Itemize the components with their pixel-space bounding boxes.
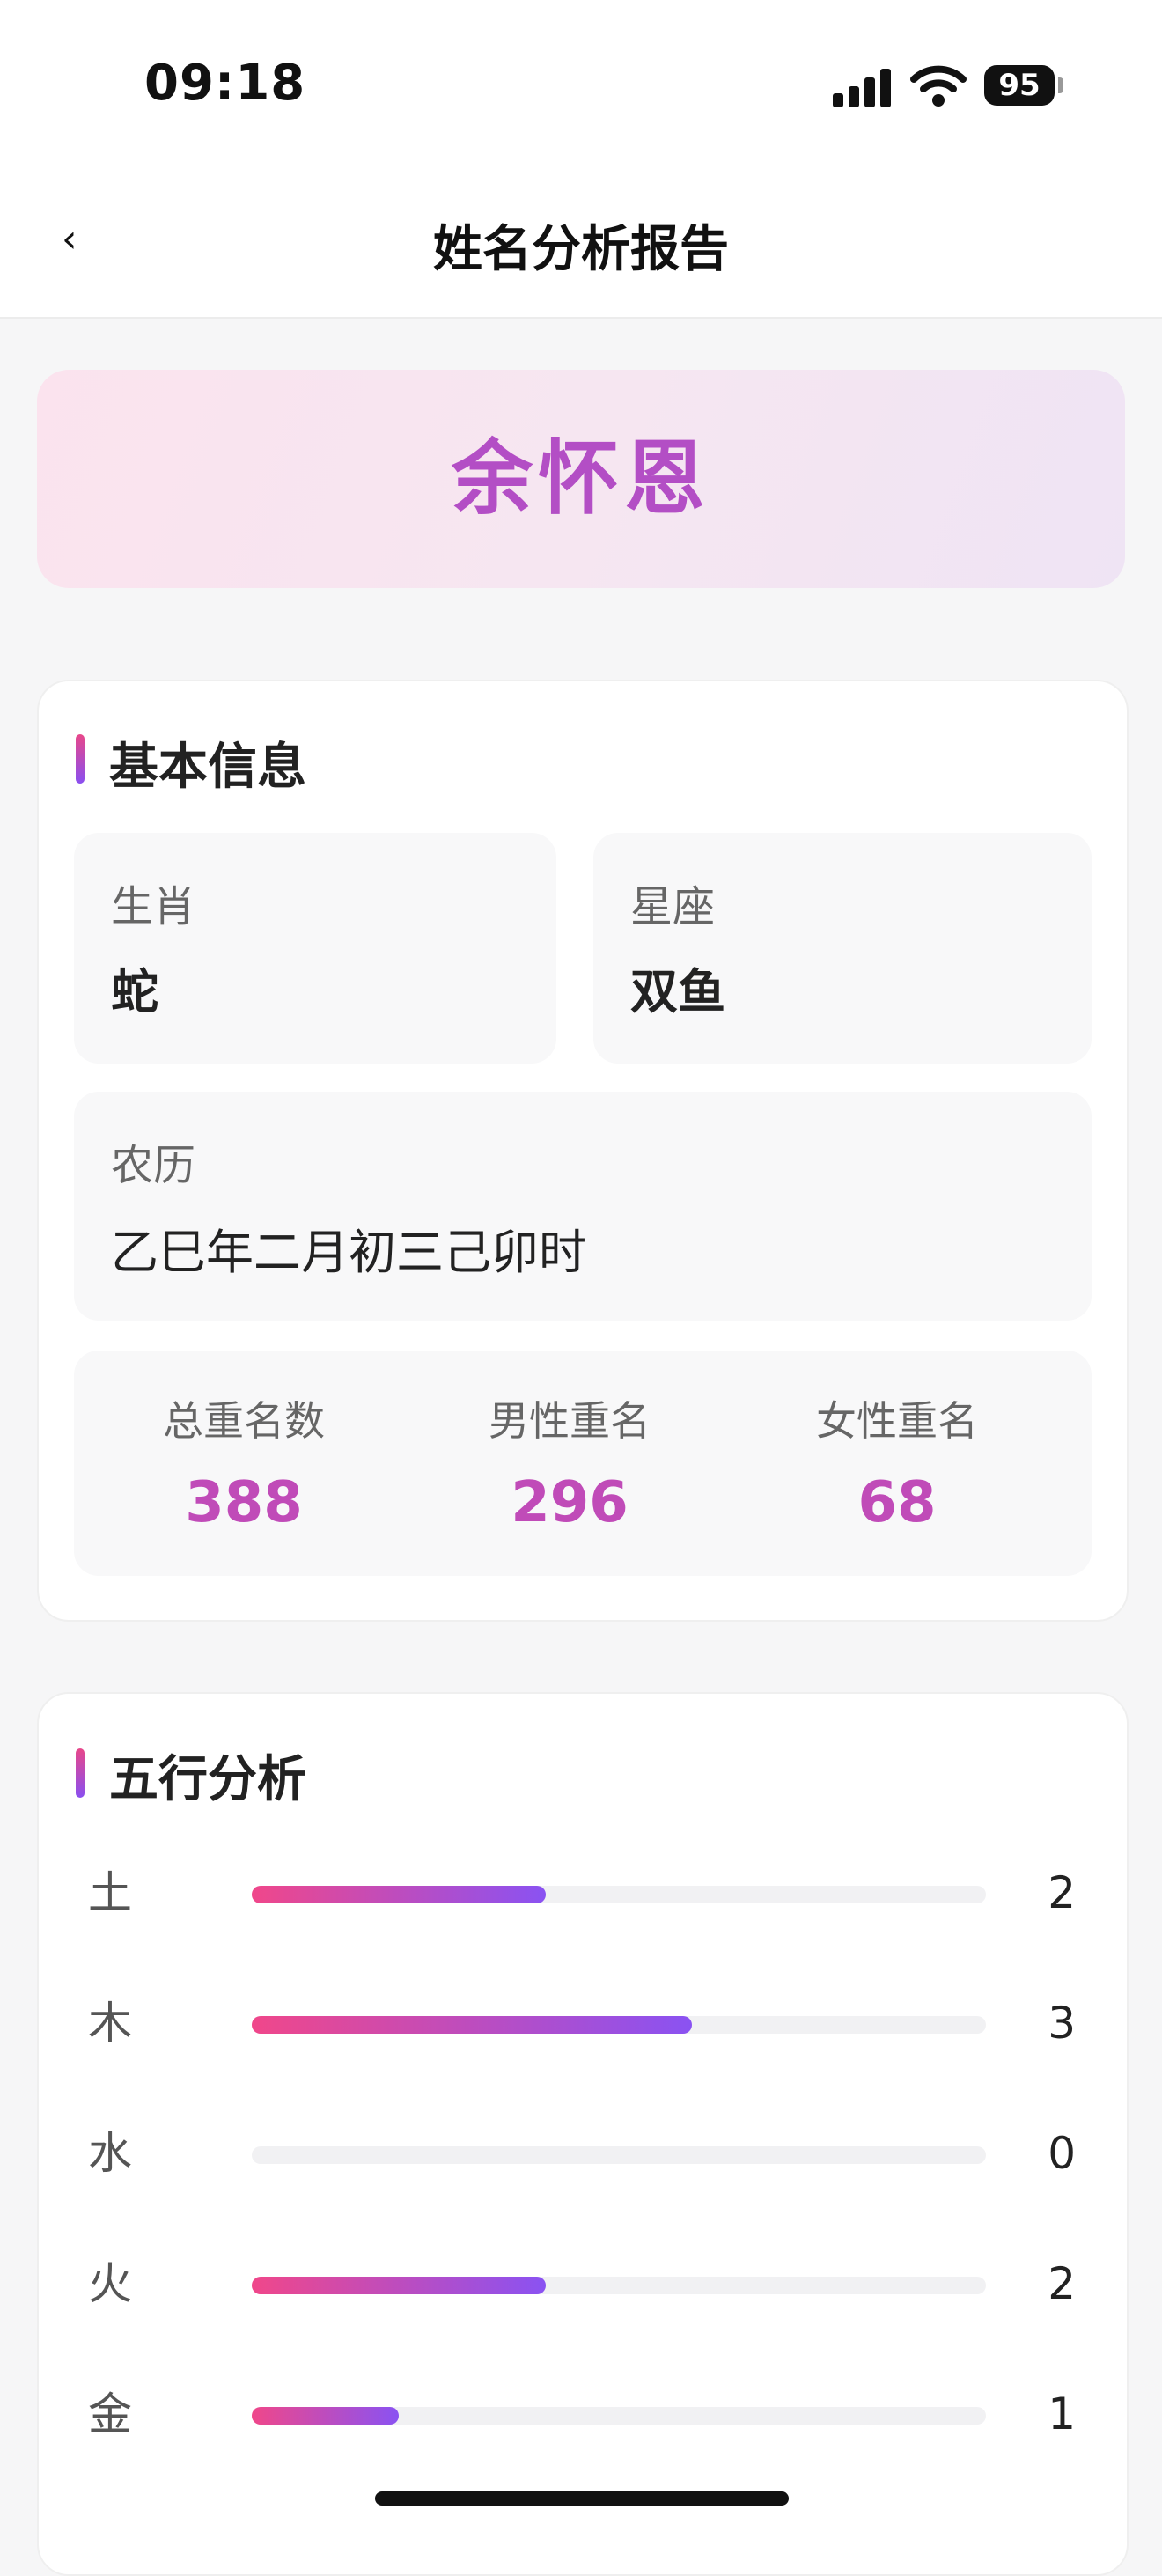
- basic-info-card: 基本信息 生肖 蛇 星座 双鱼 农历 乙巳年二月初三己卯时 总重名数 388 男…: [37, 680, 1129, 1622]
- section-title-wuxing: 五行分析: [109, 1751, 306, 1808]
- zodiac-label: 生肖: [111, 882, 196, 931]
- stat-female: 女性重名 68: [734, 1389, 1060, 1535]
- lunar-value: 乙巳年二月初三己卯时: [111, 1225, 586, 1280]
- wuxing-row-water: 水 0: [39, 2118, 1127, 2189]
- wuxing-card: 五行分析 土 2 木 3 水 0 火 2 金 1: [37, 1692, 1129, 2576]
- stat-total-label: 总重名数: [163, 1397, 325, 1445]
- status-time: 09:18: [144, 55, 306, 112]
- duplicate-stats-tile: 总重名数 388 男性重名 296 女性重名 68: [74, 1351, 1092, 1576]
- name-banner: 余怀恩: [37, 370, 1125, 588]
- wuxing-label: 金: [88, 2388, 132, 2440]
- section-accent-bar: [76, 734, 85, 784]
- wuxing-label: 火: [88, 2258, 132, 2309]
- wuxing-row-earth: 土 2: [39, 1858, 1127, 1928]
- wuxing-bar: [252, 2277, 546, 2294]
- wuxing-track: [252, 2407, 986, 2425]
- constellation-value: 双鱼: [630, 964, 725, 1019]
- wuxing-label: 水: [88, 2128, 132, 2179]
- wuxing-row-metal: 金 1: [39, 2379, 1127, 2449]
- constellation-label: 星座: [630, 882, 716, 931]
- analyzed-name: 余怀恩: [451, 431, 710, 526]
- wuxing-count: 0: [1048, 2128, 1076, 2179]
- wuxing-count: 1: [1048, 2388, 1076, 2440]
- lunar-label: 农历: [111, 1141, 196, 1190]
- stat-total: 总重名数 388: [81, 1389, 407, 1535]
- wuxing-label: 土: [88, 1867, 132, 1918]
- wifi-icon: [910, 65, 967, 107]
- wuxing-track: [252, 2146, 986, 2164]
- stat-male-label: 男性重名: [489, 1397, 651, 1445]
- stat-male-value: 296: [511, 1470, 629, 1535]
- stat-female-label: 女性重名: [816, 1397, 978, 1445]
- constellation-tile: 星座 双鱼: [593, 833, 1092, 1064]
- wuxing-track: [252, 2277, 986, 2294]
- wuxing-bar: [252, 2407, 399, 2425]
- section-title-basic-info: 基本信息: [109, 739, 306, 796]
- wuxing-row-fire: 火 2: [39, 2248, 1127, 2319]
- wuxing-row-wood: 木 3: [39, 1988, 1127, 2058]
- wuxing-label: 木: [88, 1998, 132, 2049]
- zodiac-value: 蛇: [111, 964, 158, 1019]
- lunar-tile: 农历 乙巳年二月初三己卯时: [74, 1092, 1092, 1321]
- cellular-signal-icon: [833, 67, 894, 107]
- page-title: 姓名分析报告: [433, 221, 729, 278]
- wuxing-bar: [252, 1886, 546, 1903]
- home-indicator: [375, 2491, 789, 2506]
- wuxing-count: 2: [1048, 2258, 1076, 2309]
- battery-icon: 95: [984, 65, 1055, 106]
- stat-male: 男性重名 296: [407, 1389, 732, 1535]
- battery-tip: [1058, 77, 1063, 93]
- header: 09:18 95 ‹ 姓名分析报告: [0, 0, 1162, 319]
- wuxing-count: 2: [1048, 1867, 1076, 1918]
- wuxing-track: [252, 2016, 986, 2034]
- wuxing-count: 3: [1048, 1998, 1076, 2049]
- zodiac-tile: 生肖 蛇: [74, 833, 556, 1064]
- stat-female-value: 68: [857, 1470, 937, 1535]
- wuxing-bar: [252, 2016, 693, 2034]
- section-accent-bar: [76, 1748, 85, 1798]
- wuxing-track: [252, 1886, 986, 1903]
- stat-total-value: 388: [185, 1470, 303, 1535]
